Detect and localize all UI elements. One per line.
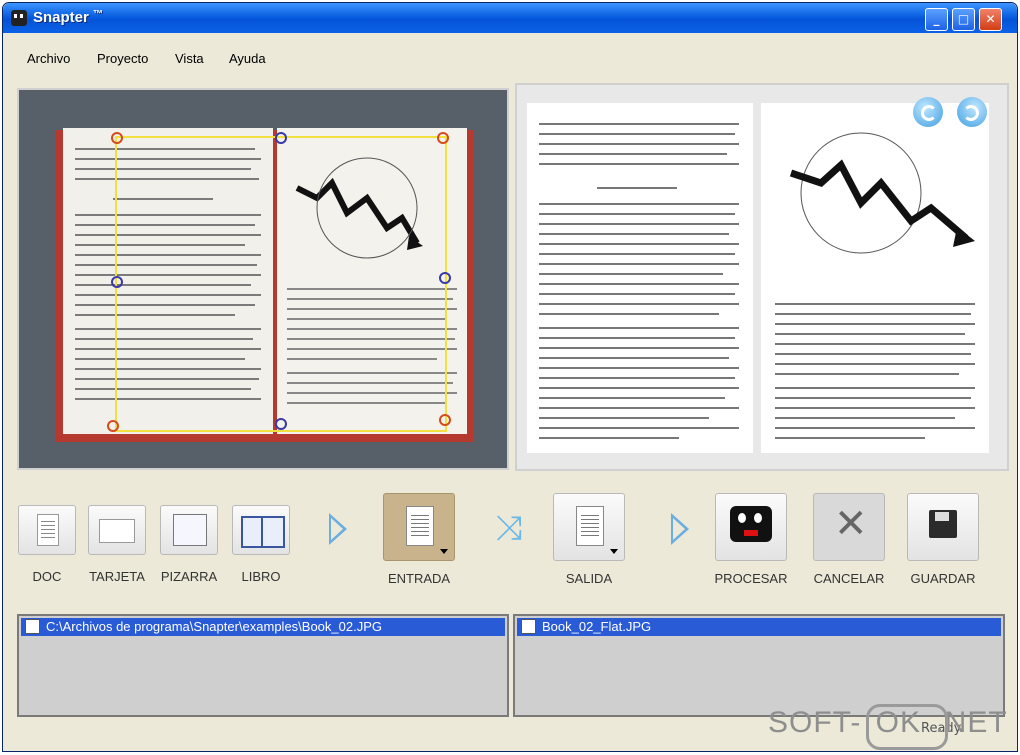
card-label: TARJETA [89,569,145,584]
output-document-icon [576,506,604,546]
output-file-name: Book_02_Flat.JPG [542,619,652,634]
edge-handle[interactable] [439,272,451,284]
process-label: PROCESAR [714,571,788,586]
shuffle-icon: ⤨ [495,508,523,548]
app-window: Snapter ™ _ □ ✕ Archivo Proyecto Vista A… [2,2,1018,752]
arrow-right-icon [329,513,347,545]
input-file-path: C:\Archivos de programa\Snapter\examples… [46,619,383,634]
business-card-icon [99,519,135,543]
rotate-left-icon[interactable] [913,97,943,127]
document-icon [37,514,59,546]
doc-label: DOC [32,569,62,584]
card-mode-button[interactable]: TARJETA [87,505,147,584]
list-item[interactable]: C:\Archivos de programa\Snapter\examples… [21,618,505,636]
menu-archivo[interactable]: Archivo [27,51,70,66]
save-button[interactable]: GUARDAR [903,493,983,586]
book-icon [241,516,285,548]
window-title: Snapter ™ [33,9,104,26]
menu-bar: Archivo Proyecto Vista Ayuda [3,33,1017,66]
book-label: LIBRO [241,569,281,584]
save-label: GUARDAR [910,571,976,586]
title-bar: Snapter ™ _ □ ✕ [3,3,1017,33]
whiteboard-mode-button[interactable]: PIZARRA [159,505,219,584]
edge-handle[interactable] [275,418,287,430]
input-label: ENTRADA [387,571,451,586]
input-file-list[interactable]: C:\Archivos de programa\Snapter\examples… [17,614,509,717]
edge-handle[interactable] [111,276,123,288]
menu-vista[interactable]: Vista [175,51,204,66]
corner-handle[interactable] [107,420,119,432]
input-document-icon [406,506,434,546]
watermark-box [866,704,948,750]
crop-guide[interactable] [115,136,447,432]
edge-handle[interactable] [275,132,287,144]
corner-handle[interactable] [439,414,451,426]
output-file-list[interactable]: Book_02_Flat.JPG [513,614,1005,717]
menu-proyecto[interactable]: Proyecto [97,51,148,66]
arrow-right-icon [671,513,689,545]
book-mode-button[interactable]: LIBRO [231,505,291,584]
cancel-button[interactable]: ✕ CANCELAR [809,493,889,586]
whiteboard-icon [173,514,207,546]
doc-mode-button[interactable]: DOC [17,505,77,584]
file-checkbox[interactable] [521,619,536,635]
cancel-label: CANCELAR [813,571,885,586]
input-button[interactable]: ENTRADA [379,493,459,586]
minimize-button[interactable]: _ [925,8,948,31]
dropdown-caret-icon [440,549,448,554]
dropdown-caret-icon [610,549,618,554]
input-image-preview[interactable] [17,88,509,470]
corner-handle[interactable] [111,132,123,144]
corner-handle[interactable] [437,132,449,144]
process-button[interactable]: PROCESAR [711,493,791,586]
menu-ayuda[interactable]: Ayuda [229,51,266,66]
cancel-x-icon: ✕ [834,502,868,546]
robot-icon [730,506,772,542]
file-checkbox[interactable] [25,619,40,635]
result-right-page [761,103,989,453]
rotate-right-icon[interactable] [957,97,987,127]
close-button[interactable]: ✕ [979,8,1002,31]
app-icon [11,10,27,26]
output-image-preview[interactable] [515,83,1009,471]
list-item[interactable]: Book_02_Flat.JPG [517,618,1001,636]
result-left-page [527,103,753,453]
whiteboard-label: PIZARRA [160,569,218,584]
floppy-disk-icon [929,510,957,538]
output-label: SALIDA [565,571,613,586]
maximize-button[interactable]: □ [952,8,975,31]
output-button[interactable]: SALIDA [549,493,629,586]
